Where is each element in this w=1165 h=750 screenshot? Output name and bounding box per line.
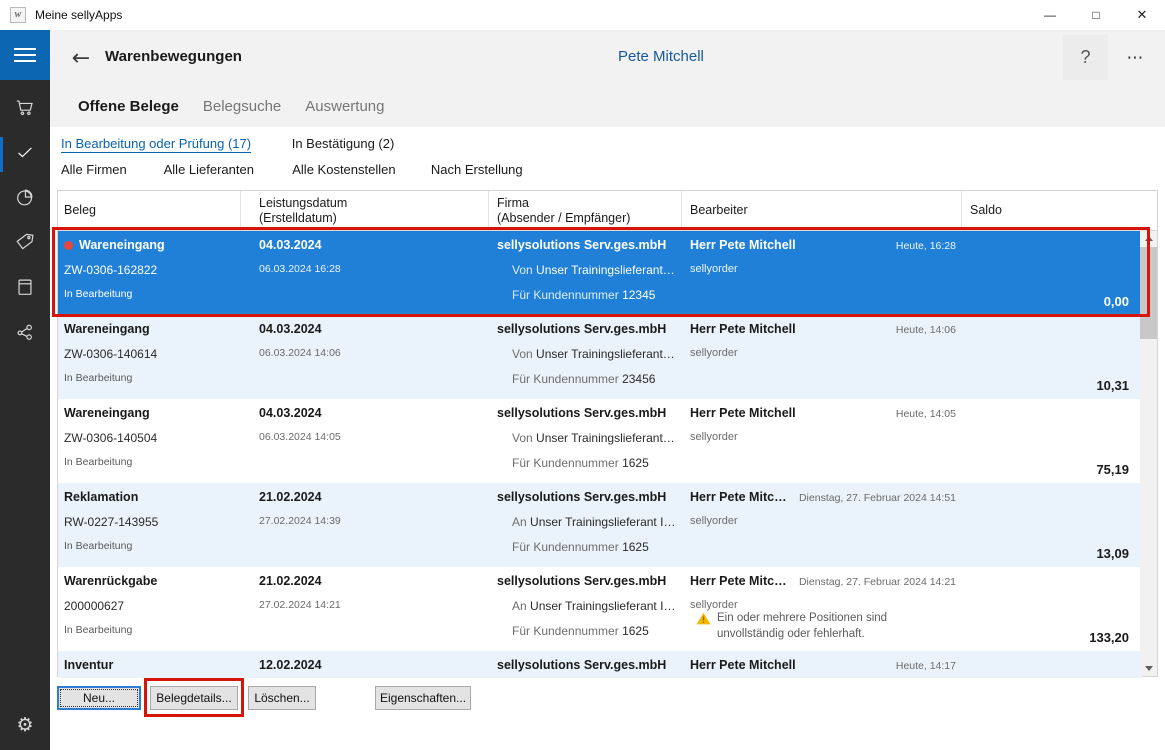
gear-icon: ⚙	[16, 714, 34, 736]
cart-icon	[14, 96, 36, 123]
share-network-icon	[14, 321, 36, 348]
table-header: Beleg Leistungsdatum (Erstelldatum) Firma…	[58, 191, 1157, 231]
close-button[interactable]: ✕	[1119, 0, 1165, 30]
minimize-button[interactable]: —	[1027, 0, 1073, 30]
page-title: Warenbewegungen	[105, 48, 242, 65]
scroll-up-arrow-icon[interactable]	[1140, 231, 1157, 246]
scroll-down-arrow-icon[interactable]	[1140, 661, 1157, 676]
documents-table: Beleg Leistungsdatum (Erstelldatum) Firma…	[57, 190, 1158, 678]
app-window: w Meine sellyApps — □ ✕ ⚙ ← Warenbewegun…	[0, 0, 1165, 750]
belegdetails-button[interactable]: Belegdetails...	[150, 686, 238, 710]
back-button[interactable]: ←	[60, 37, 102, 79]
edited-timestamp: Dienstag, 27. Februar 2024 14:21	[798, 576, 956, 588]
tag-icon	[14, 231, 36, 258]
main-panel: In Bearbeitung oder Prüfung (17) In Best…	[50, 127, 1165, 750]
sidebar-item-journal[interactable]	[0, 267, 50, 312]
eigenschaften-button[interactable]: Eigenschaften...	[375, 686, 471, 710]
maximize-button[interactable]: □	[1073, 0, 1119, 30]
sidebar-item-reports[interactable]	[0, 177, 50, 222]
sidebar-item-settings[interactable]: ⚙	[0, 708, 50, 742]
column-header-leistungsdatum[interactable]: Leistungsdatum (Erstelldatum)	[241, 191, 489, 230]
topbar: ← Warenbewegungen Pete Mitchell ? ⋯	[50, 30, 1165, 85]
edited-timestamp: Heute, 16:28	[895, 240, 956, 252]
filter-nach-erstellung[interactable]: Nach Erstellung	[431, 162, 523, 177]
status-filter-row: In Bearbeitung oder Prüfung (17) In Best…	[61, 136, 394, 153]
dropdown-filter-row: Alle Firmen Alle Lieferanten Alle Kosten…	[61, 162, 523, 177]
user-account-link[interactable]: Pete Mitchell	[618, 48, 704, 65]
window-title: Meine sellyApps	[35, 8, 123, 22]
table-row[interactable]: Reklamation RW-0227-143955 In Bearbeitun…	[58, 483, 1142, 567]
column-header-beleg[interactable]: Beleg	[58, 191, 241, 230]
table-row[interactable]: Wareneingang ZW-0306-140614 In Bearbeitu…	[58, 315, 1142, 399]
loeschen-button[interactable]: Löschen...	[248, 686, 316, 710]
sidebar-item-prices[interactable]	[0, 222, 50, 267]
table-body: Wareneingang ZW-0306-162822 In Bearbeitu…	[58, 231, 1142, 678]
saldo-value: 13,09	[1096, 546, 1129, 561]
tab-bar: Offene Belege Belegsuche Auswertung	[50, 85, 1165, 127]
saldo-value: 75,19	[1096, 462, 1129, 477]
ellipsis-icon: ⋯	[1126, 47, 1144, 68]
more-options-button[interactable]: ⋯	[1115, 35, 1155, 80]
edited-timestamp: Heute, 14:05	[895, 408, 956, 420]
edited-timestamp: Dienstag, 27. Februar 2024 14:51	[798, 492, 956, 504]
sidebar-item-tasks[interactable]	[0, 132, 50, 177]
action-button-row: Neu... Belegdetails... Löschen... Eigens…	[50, 686, 1165, 716]
filter-in-bestaetigung[interactable]: In Bestätigung (2)	[292, 136, 395, 151]
tab-offene-belege[interactable]: Offene Belege	[78, 98, 179, 115]
tab-auswertung[interactable]: Auswertung	[305, 98, 384, 115]
edited-timestamp: Heute, 14:17	[895, 660, 956, 672]
filter-alle-firmen[interactable]: Alle Firmen	[61, 162, 160, 177]
sidebar-item-network[interactable]	[0, 312, 50, 357]
saldo-value: 133,20	[1089, 630, 1129, 645]
sidebar-item-cart[interactable]	[0, 87, 50, 132]
hamburger-menu-icon[interactable]	[0, 30, 50, 80]
filter-alle-lieferanten[interactable]: Alle Lieferanten	[164, 162, 289, 177]
sidebar: ⚙	[0, 30, 50, 750]
book-icon	[14, 276, 36, 303]
back-arrow-icon: ←	[71, 45, 91, 71]
window-controls: — □ ✕	[1027, 0, 1165, 30]
saldo-value: 10,31	[1096, 378, 1129, 393]
scrollbar-thumb[interactable]	[1140, 247, 1157, 339]
filter-alle-kostenstellen[interactable]: Alle Kostenstellen	[292, 162, 427, 177]
warning-triangle-icon	[696, 610, 711, 642]
filter-in-bearbeitung[interactable]: In Bearbeitung oder Prüfung (17)	[61, 136, 252, 153]
help-button[interactable]: ?	[1063, 35, 1108, 80]
column-header-firma[interactable]: Firma (Absender / Empfänger)	[489, 191, 682, 230]
checkmark-icon	[14, 141, 36, 168]
neu-button[interactable]: Neu...	[57, 686, 141, 710]
column-header-saldo[interactable]: Saldo	[962, 191, 1157, 230]
tab-belegsuche[interactable]: Belegsuche	[203, 98, 281, 115]
saldo-value: 0,00	[1103, 294, 1129, 309]
vertical-scrollbar[interactable]	[1140, 231, 1157, 676]
content-area: ← Warenbewegungen Pete Mitchell ? ⋯ Offe…	[50, 30, 1165, 750]
app-logo-icon: w	[10, 7, 26, 23]
table-row[interactable]: Inventur 12.02.2024 sellysolutions Serv.…	[58, 651, 1142, 678]
sidebar-nav	[0, 87, 50, 357]
warning-message: Ein oder mehrere Positionen sind unvolls…	[696, 610, 936, 642]
table-row[interactable]: Wareneingang ZW-0306-140504 In Bearbeitu…	[58, 399, 1142, 483]
window-titlebar: w Meine sellyApps — □ ✕	[0, 0, 1165, 30]
table-row[interactable]: Warenrückgabe 200000627 In Bearbeitung 2…	[58, 567, 1142, 651]
table-row[interactable]: Wareneingang ZW-0306-162822 In Bearbeitu…	[58, 231, 1142, 315]
pie-chart-icon	[14, 186, 36, 213]
status-dot-icon	[64, 241, 73, 250]
column-header-bearbeiter[interactable]: Bearbeiter	[682, 191, 962, 230]
help-icon: ?	[1080, 47, 1091, 67]
edited-timestamp: Heute, 14:06	[895, 324, 956, 336]
